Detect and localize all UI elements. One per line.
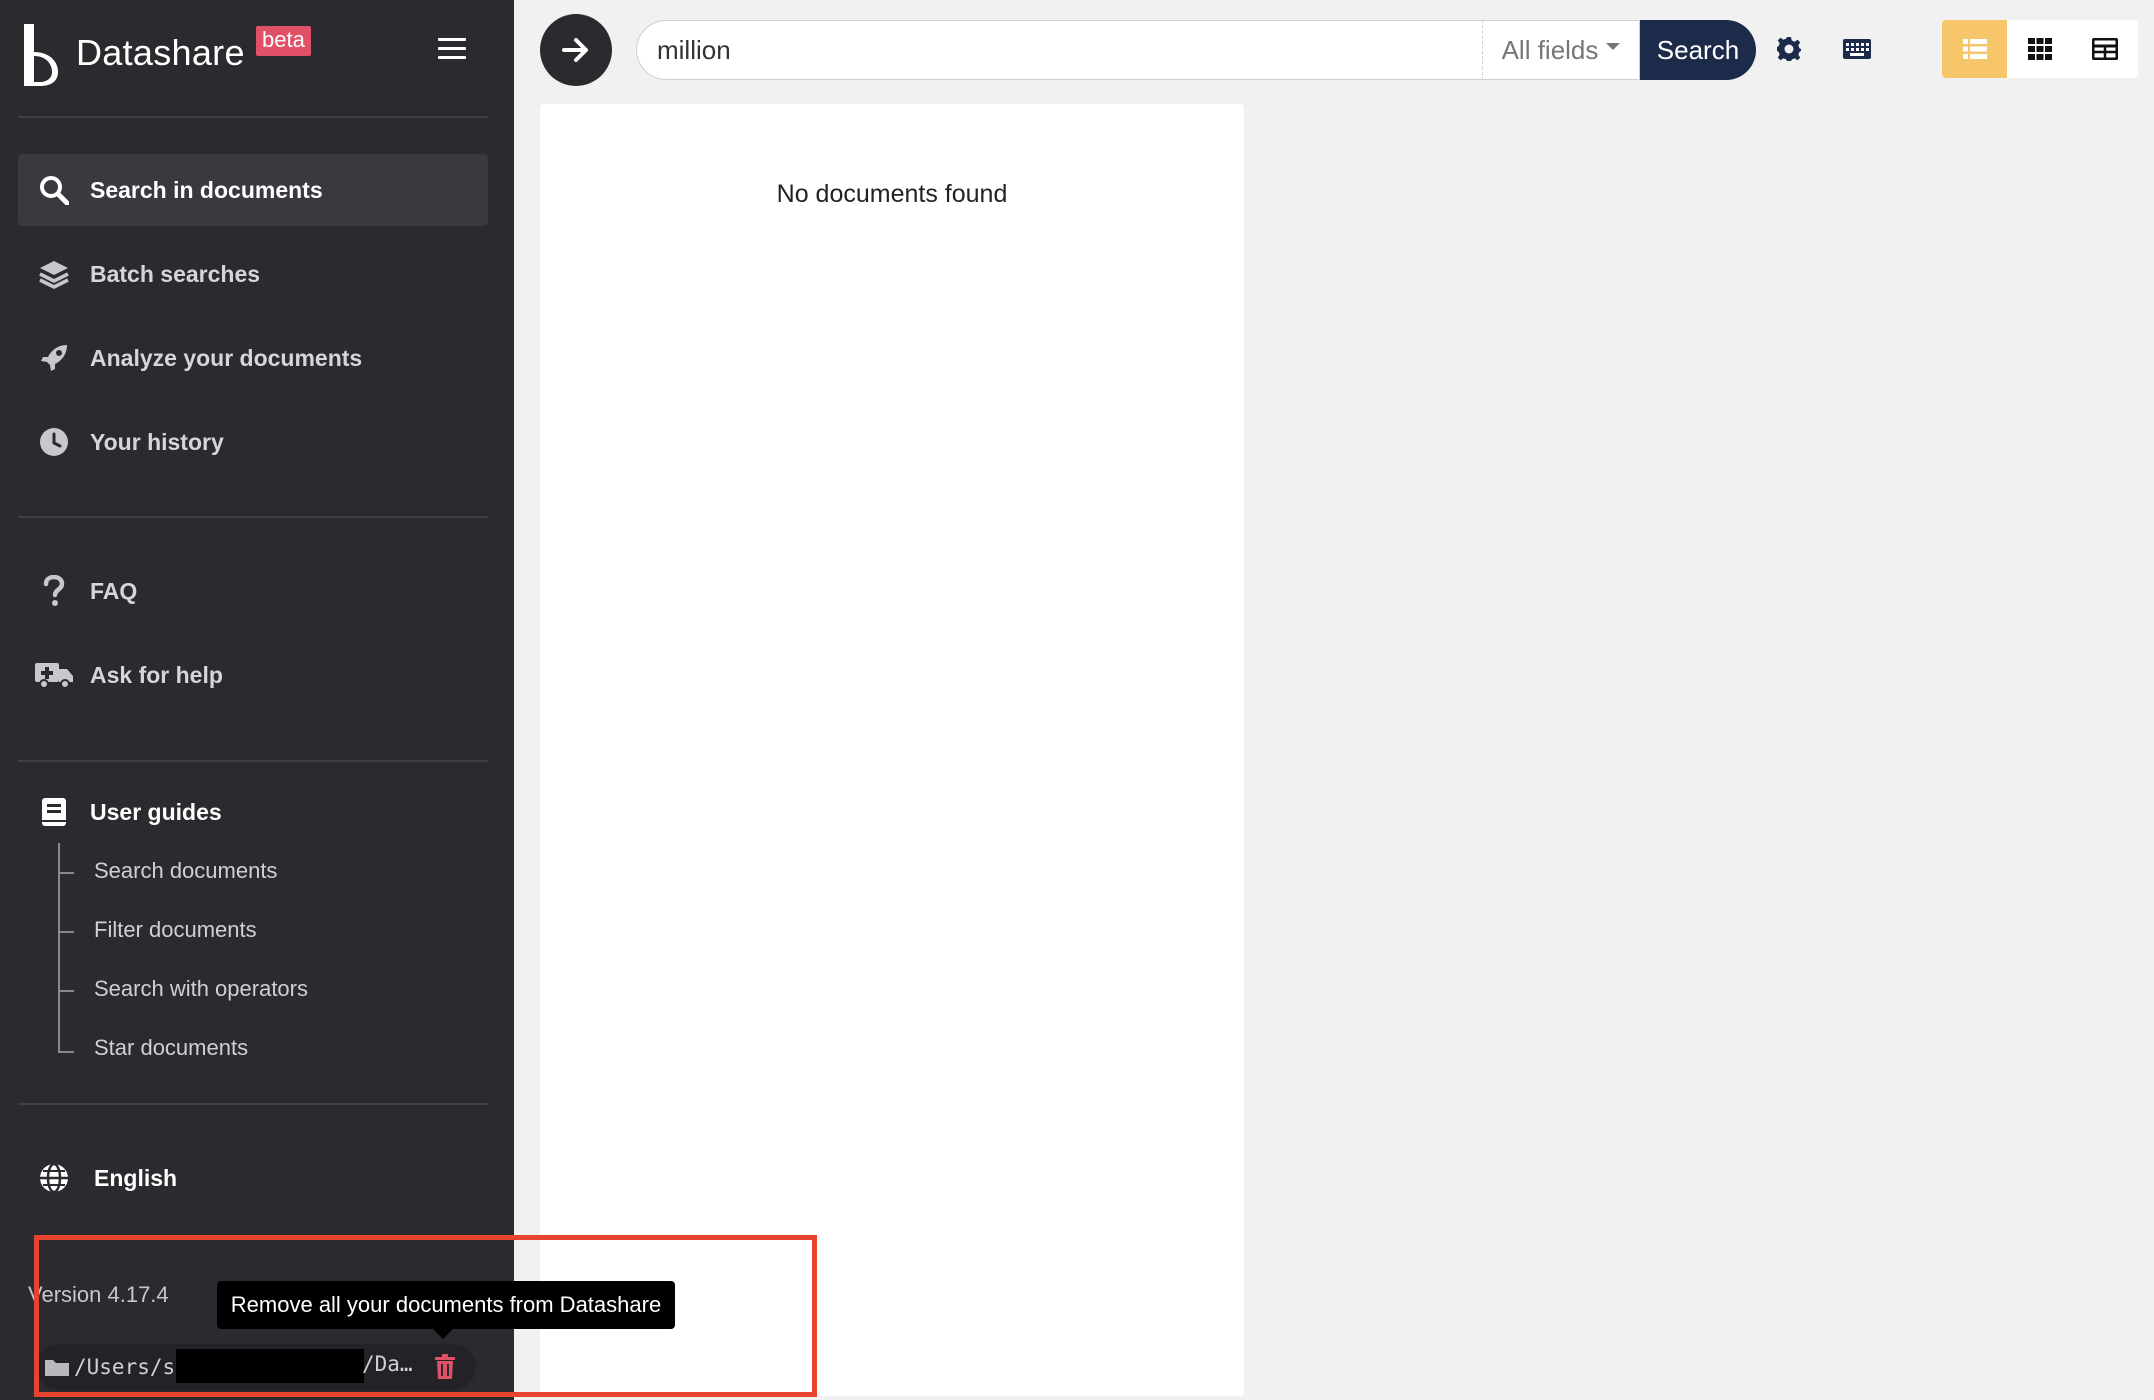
sidebar-item-ask-for-help[interactable]: Ask for help — [18, 639, 488, 711]
field-dropdown-label: All fields — [1501, 34, 1599, 65]
grid-view-icon — [2027, 38, 2052, 60]
view-mode-toggle — [1942, 20, 2138, 78]
user-guides-label: User guides — [90, 798, 222, 825]
divider — [18, 760, 488, 762]
sidebar-item-batch-searches[interactable]: Batch searches — [18, 238, 488, 310]
datashare-logo-icon — [24, 24, 58, 86]
table-view-button[interactable] — [2073, 20, 2138, 78]
field-dropdown[interactable]: All fields — [1482, 20, 1640, 80]
list-view-button[interactable] — [1942, 20, 2008, 78]
keyboard-icon[interactable] — [1842, 38, 1872, 60]
ambulance-icon — [18, 639, 90, 711]
rocket-icon — [18, 322, 90, 394]
guide-link-filter-documents[interactable]: Filter documents — [94, 917, 257, 943]
beta-badge: beta — [256, 26, 311, 56]
sidebar-item-history[interactable]: Your history — [18, 406, 488, 478]
sidebar-item-label: Ask for help — [90, 661, 223, 688]
sidebar-item-label: Search in documents — [90, 176, 323, 203]
grid-view-button[interactable] — [2007, 20, 2072, 78]
book-icon — [18, 777, 90, 847]
sidebar-item-label: FAQ — [90, 577, 138, 604]
user-guides-list: Search documents Filter documents Search… — [58, 843, 478, 1060]
guide-link-star-documents[interactable]: Star documents — [94, 1035, 248, 1061]
arrow-right-icon — [562, 38, 588, 62]
divider — [18, 516, 488, 518]
language-label: English — [94, 1164, 178, 1191]
sidebar-item-label: Analyze your documents — [90, 344, 363, 371]
search-field-wrapper — [636, 20, 1484, 80]
caret-down-icon — [1606, 42, 1621, 50]
sidebar: Datashare beta Search in documents Batch… — [0, 0, 514, 1400]
brand[interactable]: Datashare beta — [20, 22, 490, 90]
guide-link-search-documents[interactable]: Search documents — [94, 858, 277, 884]
empty-results-message: No documents found — [776, 180, 1008, 208]
question-icon — [18, 555, 90, 627]
hamburger-menu-icon[interactable] — [438, 38, 466, 62]
list-view-icon — [1962, 39, 1987, 59]
guide-link-search-with-operators[interactable]: Search with operators — [94, 976, 308, 1002]
sidebar-item-faq[interactable]: FAQ — [18, 555, 488, 627]
results-panel: No documents found — [540, 104, 1244, 1396]
clock-icon — [18, 406, 90, 478]
table-view-icon — [2092, 38, 2119, 60]
gear-icon[interactable] — [1776, 36, 1802, 62]
sidebar-item-search-in-documents[interactable]: Search in documents — [18, 154, 488, 226]
sidebar-item-label: Your history — [90, 428, 224, 455]
search-icon — [18, 154, 90, 226]
back-button[interactable] — [540, 14, 612, 86]
user-guides-heading[interactable]: User guides — [18, 777, 488, 847]
divider — [18, 1103, 488, 1105]
sidebar-item-analyze-documents[interactable]: Analyze your documents — [18, 322, 488, 394]
sidebar-item-label: Batch searches — [90, 260, 261, 287]
search-input[interactable] — [657, 34, 1484, 66]
search-button[interactable]: Search — [1640, 20, 1756, 80]
language-selector[interactable]: English — [18, 1142, 488, 1214]
layers-icon — [18, 238, 90, 310]
app-name: Datashare — [76, 32, 245, 73]
annotation-highlight-box — [34, 1235, 817, 1397]
globe-icon — [18, 1142, 90, 1214]
divider — [18, 116, 488, 118]
